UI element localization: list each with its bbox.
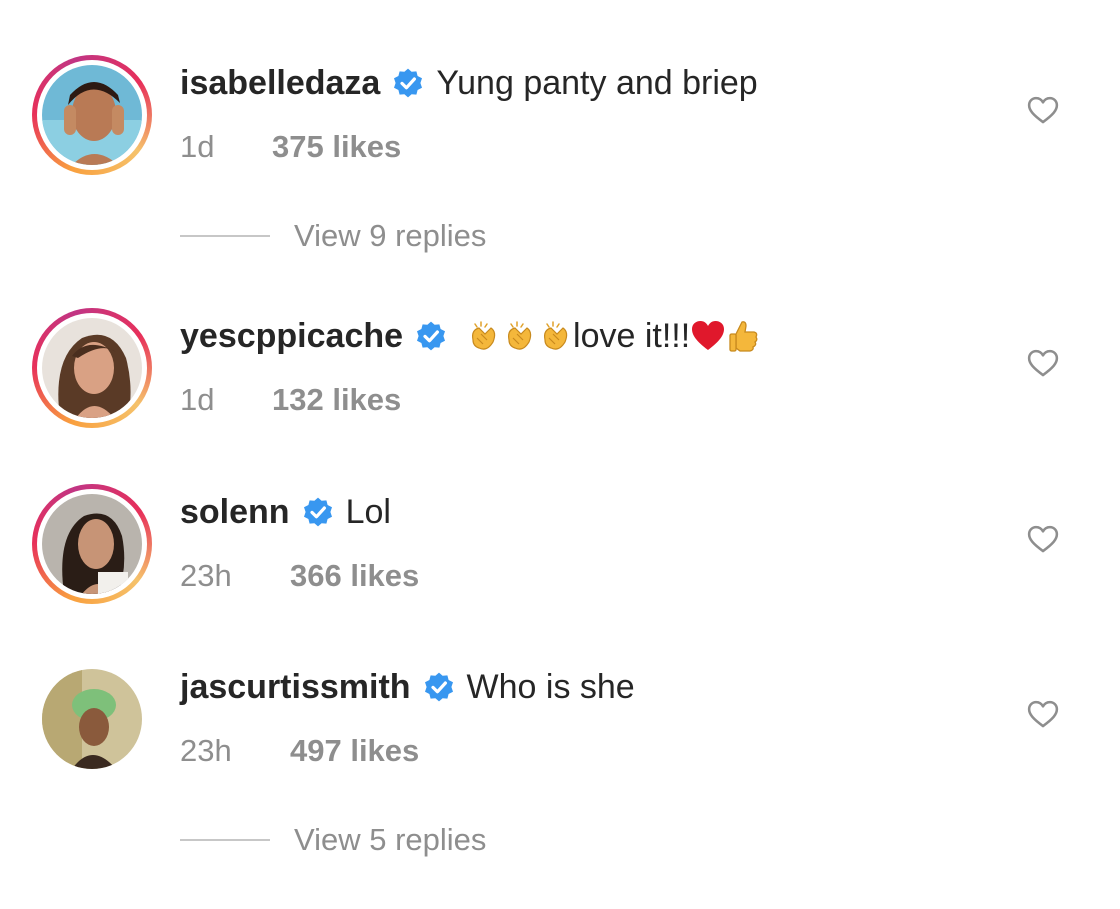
- comment-username[interactable]: solenn: [180, 490, 290, 534]
- comment-username[interactable]: jascurtissmith: [180, 665, 411, 709]
- verified-badge-icon: [302, 496, 334, 528]
- comment-item: solenn Lol 23h 366 likes: [0, 484, 1120, 634]
- heart-outline-icon[interactable]: [1026, 697, 1060, 731]
- thumbs-up-emoji: [726, 318, 762, 354]
- clapping-hands-emoji: [501, 318, 537, 354]
- clapping-hands-emoji: [465, 318, 501, 354]
- comment-text: Who is she: [466, 668, 635, 706]
- red-heart-emoji: [690, 318, 726, 354]
- comment-username[interactable]: isabelledaza: [180, 61, 380, 105]
- comment-likes-count[interactable]: 375 likes: [272, 127, 401, 167]
- heart-outline-icon[interactable]: [1026, 346, 1060, 380]
- replies-divider: [180, 839, 270, 841]
- comment-item: jascurtissmith Who is she 23h 497 likes: [0, 659, 1120, 809]
- comment-likes-count[interactable]: 497 likes: [290, 731, 419, 771]
- avatar[interactable]: [42, 65, 142, 165]
- comment-time: 23h: [180, 558, 232, 593]
- comment-username[interactable]: yescppicache: [180, 314, 403, 358]
- avatar[interactable]: [42, 318, 142, 418]
- verified-badge-icon: [415, 320, 447, 352]
- story-ring[interactable]: [32, 484, 152, 604]
- story-ring[interactable]: [32, 308, 152, 428]
- view-replies-button[interactable]: View 5 replies: [180, 822, 486, 858]
- view-replies-label[interactable]: View 5 replies: [294, 822, 486, 858]
- view-replies-label[interactable]: View 9 replies: [294, 218, 486, 254]
- comment-likes-count[interactable]: 366 likes: [290, 556, 419, 596]
- comment-text: Yung panty and briep: [436, 64, 758, 102]
- comment-item: yescppicache love it!!! 1d 132 likes: [0, 308, 1120, 458]
- comment-time: 1d: [180, 382, 215, 417]
- comment-likes-count[interactable]: 132 likes: [272, 380, 401, 420]
- verified-badge-icon: [392, 67, 424, 99]
- comment-text: love it!!!: [573, 317, 691, 355]
- view-replies-button[interactable]: View 9 replies: [180, 218, 486, 254]
- story-ring[interactable]: [32, 55, 152, 175]
- heart-outline-icon[interactable]: [1026, 522, 1060, 556]
- avatar[interactable]: [42, 669, 142, 769]
- comment-time: 23h: [180, 733, 232, 768]
- avatar-frame[interactable]: [32, 659, 152, 779]
- replies-divider: [180, 235, 270, 237]
- avatar[interactable]: [42, 494, 142, 594]
- comment-item: isabelledaza Yung panty and briep 1d 375…: [0, 55, 1120, 205]
- comment-text: Lol: [345, 493, 391, 531]
- heart-outline-icon[interactable]: [1026, 93, 1060, 127]
- verified-badge-icon: [423, 671, 455, 703]
- comment-time: 1d: [180, 129, 215, 164]
- clapping-hands-emoji: [537, 318, 573, 354]
